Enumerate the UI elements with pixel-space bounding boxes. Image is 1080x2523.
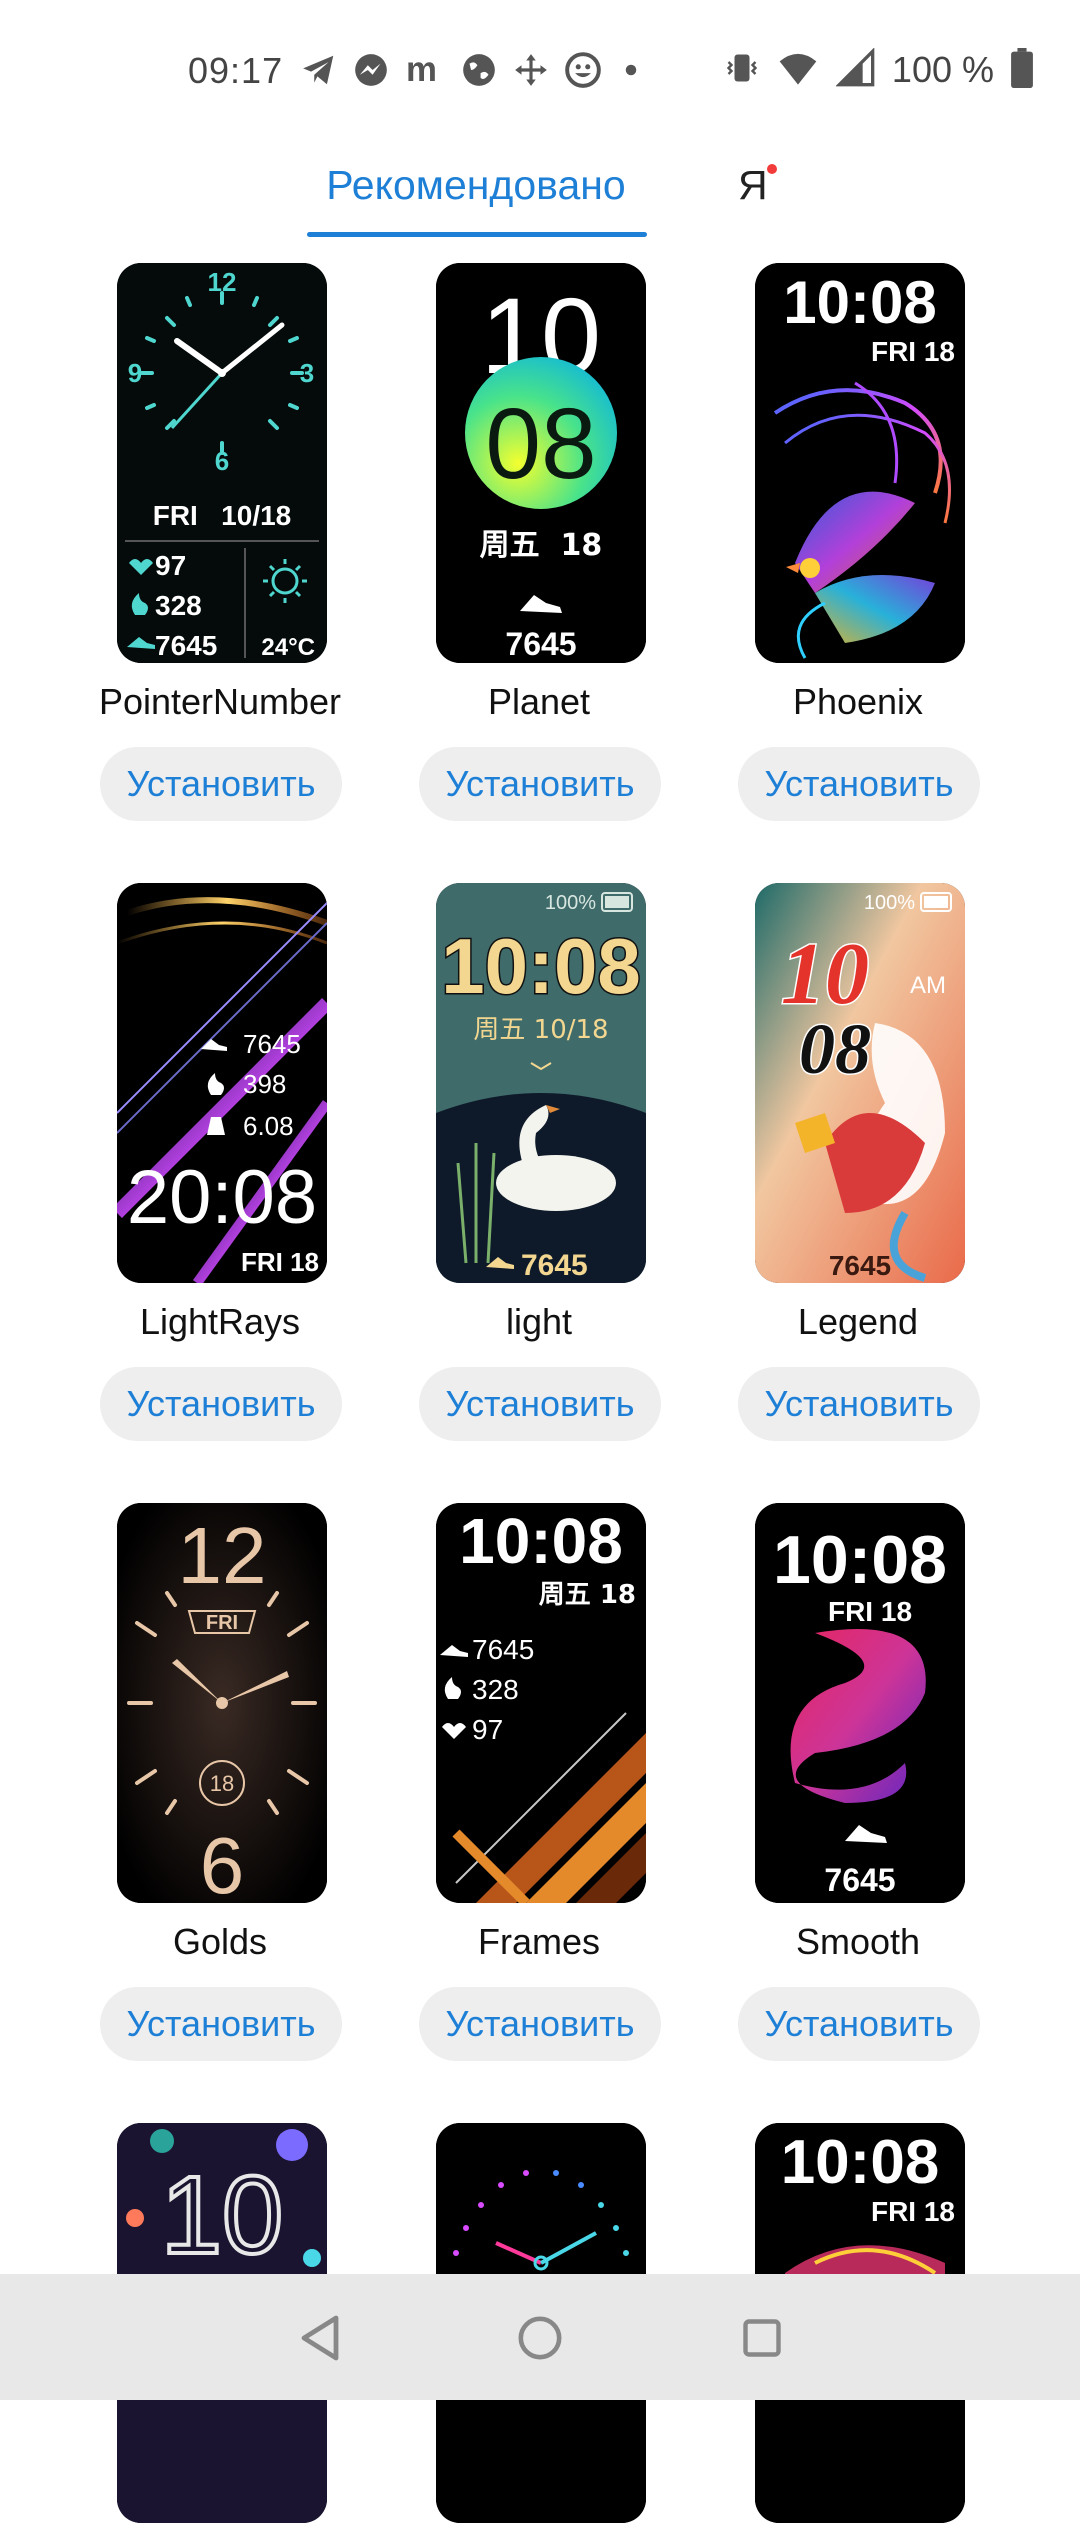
install-button[interactable]: Установить — [100, 1987, 342, 2061]
svg-text:FRI 10/18: FRI 10/18 — [153, 500, 292, 531]
watchface-thumbnail[interactable]: 7645 398 6.08 20:08 FRI 18 — [117, 883, 327, 1283]
svg-text:7645: 7645 — [155, 630, 217, 661]
watchface-thumbnail[interactable]: 10 08 周五 18 7645 — [436, 263, 646, 663]
svg-text:6.08: 6.08 — [243, 1111, 294, 1141]
watchface-name: light — [505, 1301, 573, 1342]
hour-label-6: 6 — [215, 446, 229, 476]
watchface-name: Smooth — [795, 1921, 921, 1962]
svg-text:12: 12 — [178, 1511, 267, 1600]
watchface-thumbnail[interactable]: 100% 10 AM 08 7645 — [755, 883, 965, 1283]
watchface-thumbnail[interactable]: 12 6 FRI 18 — [117, 1503, 327, 1903]
install-button[interactable]: Установить — [100, 747, 342, 821]
watchface-name: PointerNumber — [98, 681, 342, 722]
watchface-name: LightRays — [139, 1301, 301, 1342]
svg-text:10:08: 10:08 — [459, 1505, 623, 1577]
svg-text:10:08: 10:08 — [773, 1522, 947, 1598]
watchface-thumbnail[interactable]: 100% 10:08 周五 10/18 7645 — [436, 883, 646, 1283]
watchface-thumbnail[interactable]: 10:08 周五 18 7645 328 97 — [436, 1503, 646, 1903]
svg-text:10:08: 10:08 — [781, 2128, 940, 2197]
svg-text:10:08: 10:08 — [783, 269, 936, 336]
svg-text:398: 398 — [243, 1069, 286, 1099]
svg-text:7645: 7645 — [829, 1250, 891, 1281]
svg-text:10: 10 — [161, 2154, 283, 2277]
back-icon[interactable] — [290, 2308, 350, 2368]
watchface-thumbnail[interactable]: 10:08 FRI 18 — [755, 263, 965, 663]
svg-text:20:08: 20:08 — [127, 1155, 317, 1240]
svg-text:周五 10/18: 周五 10/18 — [473, 1015, 608, 1045]
watchface-name: Golds — [172, 1921, 268, 1962]
svg-text:周五 18: 周五 18 — [539, 1580, 636, 1610]
svg-text:328: 328 — [472, 1674, 519, 1705]
hour-label-9: 9 — [128, 358, 142, 388]
install-button[interactable]: Установить — [419, 747, 661, 821]
hour-label-12: 12 — [208, 267, 237, 297]
svg-text:08: 08 — [485, 388, 596, 500]
watchface-name: Planet — [487, 681, 591, 722]
svg-text:97: 97 — [155, 550, 186, 581]
hour-label-3: 3 — [300, 358, 314, 388]
svg-text:FRI 18: FRI 18 — [241, 1247, 319, 1277]
svg-text:FRI 18: FRI 18 — [871, 336, 955, 367]
svg-text:AM: AM — [910, 972, 946, 999]
svg-text:7645: 7645 — [243, 1029, 301, 1059]
svg-text:7645: 7645 — [824, 1862, 895, 1898]
watchface-name: Frames — [477, 1921, 600, 1962]
svg-text:7645: 7645 — [472, 1634, 534, 1665]
svg-text:7645: 7645 — [505, 626, 576, 662]
install-button[interactable]: Установить — [419, 1987, 661, 2061]
svg-text:08: 08 — [799, 1009, 871, 1089]
svg-text:328: 328 — [155, 590, 202, 621]
svg-text:100%: 100% — [545, 892, 596, 914]
navigation-bar — [0, 2274, 1080, 2400]
svg-text:18: 18 — [210, 1771, 234, 1796]
recents-icon[interactable] — [732, 2308, 792, 2368]
install-button[interactable]: Установить — [419, 1367, 661, 1441]
watchface-grid: 12 3 6 9 FRI 10/18 97 328 7645 24°C Poin… — [0, 0, 1080, 2523]
install-button[interactable]: Установить — [738, 747, 980, 821]
svg-text:7645: 7645 — [521, 1249, 588, 1282]
svg-text:100%: 100% — [864, 892, 915, 914]
svg-text:FRI 18: FRI 18 — [828, 1596, 912, 1627]
svg-text:24°C: 24°C — [261, 634, 315, 661]
watchface-name: Phoenix — [792, 681, 924, 722]
home-icon[interactable] — [510, 2308, 570, 2368]
install-button[interactable]: Установить — [738, 1987, 980, 2061]
install-button[interactable]: Установить — [738, 1367, 980, 1441]
svg-text:FRI: FRI — [206, 1612, 238, 1634]
watchface-name: Legend — [797, 1301, 919, 1342]
svg-text:10:08: 10:08 — [441, 922, 641, 1010]
svg-text:FRI 18: FRI 18 — [871, 2196, 955, 2227]
svg-text:6: 6 — [200, 1821, 245, 1903]
svg-text:周五 18: 周五 18 — [480, 528, 603, 563]
watchface-thumbnail[interactable]: 12 3 6 9 FRI 10/18 97 328 7645 24°C — [117, 263, 327, 663]
svg-text:97: 97 — [472, 1714, 503, 1745]
install-button[interactable]: Установить — [100, 1367, 342, 1441]
watchface-thumbnail[interactable]: 10:08 FRI 18 7645 — [755, 1503, 965, 1903]
